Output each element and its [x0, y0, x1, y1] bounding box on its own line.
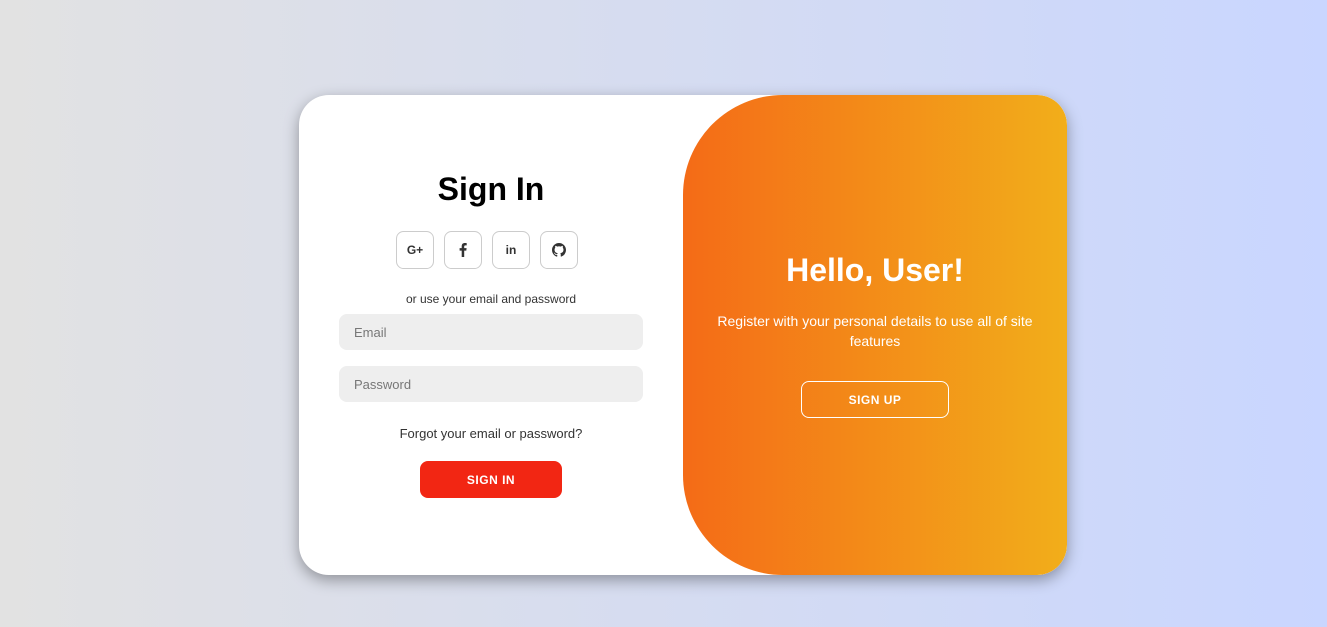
google-plus-icon: G+ — [406, 243, 424, 257]
alt-login-text: or use your email and password — [405, 292, 577, 306]
sign-in-title: Sign In — [437, 171, 545, 207]
facebook-button[interactable] — [444, 231, 482, 269]
email-field[interactable] — [339, 314, 643, 350]
panel-description: Register with your personal details to u… — [717, 313, 1033, 349]
toggle-panel: Hello, User! Register with your personal… — [683, 95, 1067, 575]
social-buttons: G+ in — [396, 231, 578, 269]
panel-title: Hello, User! — [786, 252, 964, 288]
facebook-icon — [459, 243, 467, 257]
password-field[interactable] — [339, 366, 643, 402]
forgot-password-link[interactable]: Forgot your email or password? — [299, 426, 683, 441]
linkedin-icon: in — [505, 243, 517, 257]
sign-in-button[interactable]: SIGN IN — [420, 461, 562, 498]
google-plus-button[interactable]: G+ — [396, 231, 434, 269]
sign-in-form: Sign In G+ in or use your email and pass… — [299, 95, 683, 575]
github-icon — [552, 243, 566, 257]
github-button[interactable] — [540, 231, 578, 269]
linkedin-button[interactable]: in — [492, 231, 530, 269]
sign-up-button[interactable]: SIGN UP — [801, 381, 949, 418]
auth-card: Sign In G+ in or use your email and pass… — [299, 95, 1067, 575]
